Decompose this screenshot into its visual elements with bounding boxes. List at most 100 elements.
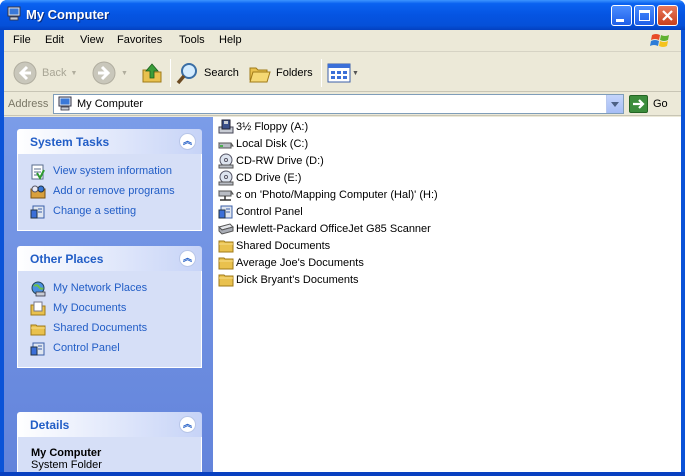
place-label: Control Panel	[53, 342, 120, 354]
task-view-system-information[interactable]: View system information	[18, 162, 201, 182]
address-value: My Computer	[77, 98, 144, 110]
details-body: My Computer System Folder	[17, 437, 202, 476]
system-tasks-title: System Tasks	[30, 135, 110, 149]
chevron-up-icon: ︽	[183, 419, 192, 429]
menu-favorites[interactable]: Favorites	[117, 34, 162, 46]
my-computer-icon	[7, 6, 21, 21]
go-arrow-icon	[629, 95, 648, 113]
back-label: Back	[42, 67, 67, 79]
folders-button[interactable]: Folders	[248, 58, 313, 88]
list-item[interactable]: Shared Documents	[213, 237, 330, 254]
my-computer-icon	[58, 96, 72, 111]
explorer-window: My Computer File Edit View Favorites Too…	[0, 0, 685, 476]
back-button[interactable]: Back ▼	[12, 58, 77, 88]
task-add-remove-programs[interactable]: Add or remove programs	[18, 182, 201, 202]
my-documents-icon	[30, 301, 46, 316]
task-label: View system information	[53, 165, 173, 177]
cd-drive-icon	[218, 170, 234, 185]
other-places-body: My Network Places My Documents Shared Do…	[17, 271, 202, 368]
go-label: Go	[653, 98, 668, 110]
system-info-icon	[31, 164, 45, 180]
up-folder-icon	[142, 63, 162, 83]
collapse-button[interactable]: ︽	[179, 416, 196, 433]
forward-arrow-icon	[92, 61, 116, 85]
task-change-setting[interactable]: Change a setting	[18, 202, 201, 222]
item-label: CD-RW Drive (D:)	[236, 154, 324, 167]
system-tasks-body: View system information Add or remove pr…	[17, 154, 202, 231]
chevron-up-icon: ︽	[183, 136, 192, 146]
client-area: File Edit View Favorites Tools Help Back	[4, 30, 681, 476]
standard-toolbar: Back ▼ ▼ Search Folders ▼	[4, 53, 681, 92]
list-item[interactable]: CD-RW Drive (D:)	[213, 152, 324, 169]
toolbar-separator	[321, 59, 322, 87]
collapse-button[interactable]: ︽	[179, 133, 196, 150]
menu-edit[interactable]: Edit	[45, 34, 64, 46]
other-places-header[interactable]: Other Places ︽	[17, 246, 202, 271]
place-my-documents[interactable]: My Documents	[18, 299, 201, 319]
menu-help[interactable]: Help	[219, 34, 242, 46]
title-bar[interactable]: My Computer	[0, 0, 685, 30]
back-dropdown-icon[interactable]: ▼	[70, 70, 77, 77]
item-label: Control Panel	[236, 205, 303, 218]
go-button[interactable]: Go	[629, 95, 668, 113]
windows-logo-icon	[650, 34, 669, 47]
list-item[interactable]: 3½ Floppy (A:)	[213, 118, 308, 135]
menu-file[interactable]: File	[13, 34, 31, 46]
folder-icon	[30, 324, 46, 336]
item-label: CD Drive (E:)	[236, 171, 302, 184]
views-button[interactable]: ▼	[327, 58, 359, 88]
folder-icon	[218, 240, 234, 252]
details-title: Details	[30, 418, 70, 432]
list-item[interactable]: Dick Bryant's Documents	[213, 271, 359, 288]
minimize-icon	[616, 19, 624, 22]
list-item[interactable]: c on 'Photo/Mapping Computer (Hal)' (H:)	[213, 186, 438, 203]
forward-button[interactable]: ▼	[91, 58, 128, 88]
close-button[interactable]	[657, 5, 678, 26]
address-input[interactable]: My Computer	[53, 94, 624, 114]
item-label: Local Disk (C:)	[236, 137, 309, 150]
chevron-up-icon: ︽	[183, 253, 192, 263]
place-label: My Documents	[53, 302, 127, 314]
minimize-button[interactable]	[611, 5, 632, 26]
item-label: Dick Bryant's Documents	[236, 273, 359, 286]
maximize-icon	[639, 10, 650, 21]
toolbar-separator	[170, 59, 171, 87]
place-label: My Network Places	[53, 282, 148, 294]
item-label: Average Joe's Documents	[236, 256, 364, 269]
menu-bar: File Edit View Favorites Tools Help	[4, 30, 681, 52]
views-dropdown-icon[interactable]: ▼	[352, 70, 359, 77]
up-folder-button[interactable]	[140, 58, 164, 88]
collapse-button[interactable]: ︽	[179, 250, 196, 267]
control-panel-icon	[30, 205, 45, 219]
address-bar: Address My Computer Go	[4, 93, 681, 116]
list-item[interactable]: Average Joe's Documents	[213, 254, 364, 271]
maximize-button[interactable]	[634, 5, 655, 26]
chevron-down-icon	[611, 102, 619, 107]
task-label: Add or remove programs	[53, 185, 175, 197]
network-places-icon	[31, 281, 46, 297]
back-arrow-icon	[13, 61, 37, 85]
menu-view[interactable]: View	[80, 34, 104, 46]
place-shared-documents[interactable]: Shared Documents	[18, 319, 201, 339]
place-my-network-places[interactable]: My Network Places	[18, 279, 201, 299]
search-label: Search	[204, 67, 239, 79]
list-item[interactable]: Control Panel	[213, 203, 303, 220]
list-item[interactable]: Local Disk (C:)	[213, 135, 308, 152]
views-icon	[327, 63, 351, 83]
hard-disk-icon	[218, 142, 234, 148]
folders-icon	[249, 67, 271, 83]
task-pane: System Tasks ︽ View system information A…	[4, 117, 213, 476]
other-places-title: Other Places	[30, 252, 104, 266]
list-item[interactable]: Hewlett-Packard OfficeJet G85 Scanner	[213, 220, 431, 237]
menu-tools[interactable]: Tools	[179, 34, 205, 46]
list-item[interactable]: CD Drive (E:)	[213, 169, 301, 186]
details-header[interactable]: Details ︽	[17, 412, 202, 437]
item-label: 3½ Floppy (A:)	[236, 120, 309, 133]
search-button[interactable]: Search	[176, 58, 239, 88]
place-control-panel[interactable]: Control Panel	[18, 339, 201, 359]
system-tasks-header[interactable]: System Tasks ︽	[17, 129, 202, 154]
scanner-icon	[218, 222, 234, 235]
address-dropdown-button[interactable]	[606, 95, 623, 113]
item-label: c on 'Photo/Mapping Computer (Hal)' (H:)	[236, 188, 438, 201]
forward-dropdown-icon[interactable]: ▼	[121, 70, 128, 77]
